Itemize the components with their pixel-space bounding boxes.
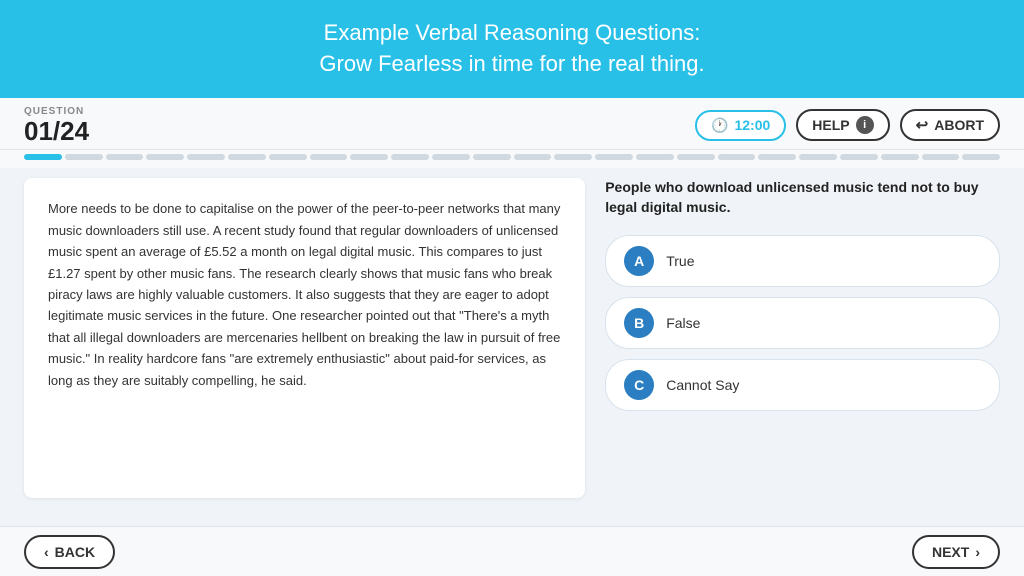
option-label-c: Cannot Say — [666, 377, 739, 393]
timer-label: 12:00 — [734, 117, 770, 133]
header-line2: Grow Fearless in time for the real thing… — [319, 51, 704, 76]
progress-bar — [0, 150, 1024, 168]
answer-option-b[interactable]: B False — [605, 297, 1000, 349]
timer-button[interactable]: 12:00 — [695, 110, 786, 141]
progress-segment-5 — [187, 154, 225, 160]
back-button[interactable]: ‹ BACK — [24, 535, 115, 569]
answer-option-c[interactable]: C Cannot Say — [605, 359, 1000, 411]
passage-text: More needs to be done to capitalise on t… — [48, 198, 561, 391]
option-circle-c: C — [624, 370, 654, 400]
option-label-b: False — [666, 315, 700, 331]
progress-segment-10 — [391, 154, 429, 160]
progress-segment-1 — [24, 154, 62, 160]
progress-segment-4 — [146, 154, 184, 160]
clock-icon — [711, 117, 728, 134]
abort-button[interactable]: ABORT — [900, 109, 1000, 141]
progress-segment-14 — [554, 154, 592, 160]
next-button[interactable]: NEXT › — [912, 535, 1000, 569]
option-label-a: True — [666, 253, 694, 269]
main-content: More needs to be done to capitalise on t… — [0, 168, 1024, 508]
progress-segment-18 — [718, 154, 756, 160]
progress-segment-21 — [840, 154, 878, 160]
progress-segment-19 — [758, 154, 796, 160]
header-title: Example Verbal Reasoning Questions: Grow… — [20, 18, 1004, 80]
progress-segment-6 — [228, 154, 266, 160]
sub-header: QUESTION 01/24 12:00 HELP i ABORT — [0, 98, 1024, 151]
next-label: NEXT — [932, 544, 969, 560]
question-statement: People who download unlicensed music ten… — [605, 178, 1000, 217]
question-card: More needs to be done to capitalise on t… — [24, 178, 585, 498]
progress-segment-3 — [106, 154, 144, 160]
progress-segment-12 — [473, 154, 511, 160]
question-label: QUESTION — [24, 106, 89, 117]
help-button[interactable]: HELP i — [796, 109, 889, 141]
next-chevron: › — [975, 544, 980, 560]
progress-segment-9 — [350, 154, 388, 160]
help-icon: i — [856, 116, 874, 134]
progress-segment-2 — [65, 154, 103, 160]
progress-segment-8 — [310, 154, 348, 160]
progress-segment-15 — [595, 154, 633, 160]
help-label: HELP — [812, 117, 849, 133]
answer-panel: People who download unlicensed music ten… — [605, 178, 1000, 498]
page-header: Example Verbal Reasoning Questions: Grow… — [0, 0, 1024, 98]
progress-segment-22 — [881, 154, 919, 160]
options-container: A True B False C Cannot Say — [605, 235, 1000, 421]
back-label: BACK — [55, 544, 95, 560]
footer: ‹ BACK NEXT › — [0, 526, 1024, 576]
question-info: QUESTION 01/24 — [24, 106, 89, 146]
option-circle-b: B — [624, 308, 654, 338]
answer-option-a[interactable]: A True — [605, 235, 1000, 287]
progress-segment-17 — [677, 154, 715, 160]
back-chevron: ‹ — [44, 544, 49, 560]
progress-segment-20 — [799, 154, 837, 160]
header-line1: Example Verbal Reasoning Questions: — [324, 20, 701, 45]
question-number: 01/24 — [24, 117, 89, 146]
progress-segment-11 — [432, 154, 470, 160]
progress-segment-13 — [514, 154, 552, 160]
progress-segment-23 — [922, 154, 960, 160]
abort-label: ABORT — [934, 117, 984, 133]
abort-icon — [916, 116, 929, 134]
progress-segment-16 — [636, 154, 674, 160]
progress-segment-7 — [269, 154, 307, 160]
controls: 12:00 HELP i ABORT — [695, 109, 1000, 141]
option-circle-a: A — [624, 246, 654, 276]
progress-segment-24 — [962, 154, 1000, 160]
